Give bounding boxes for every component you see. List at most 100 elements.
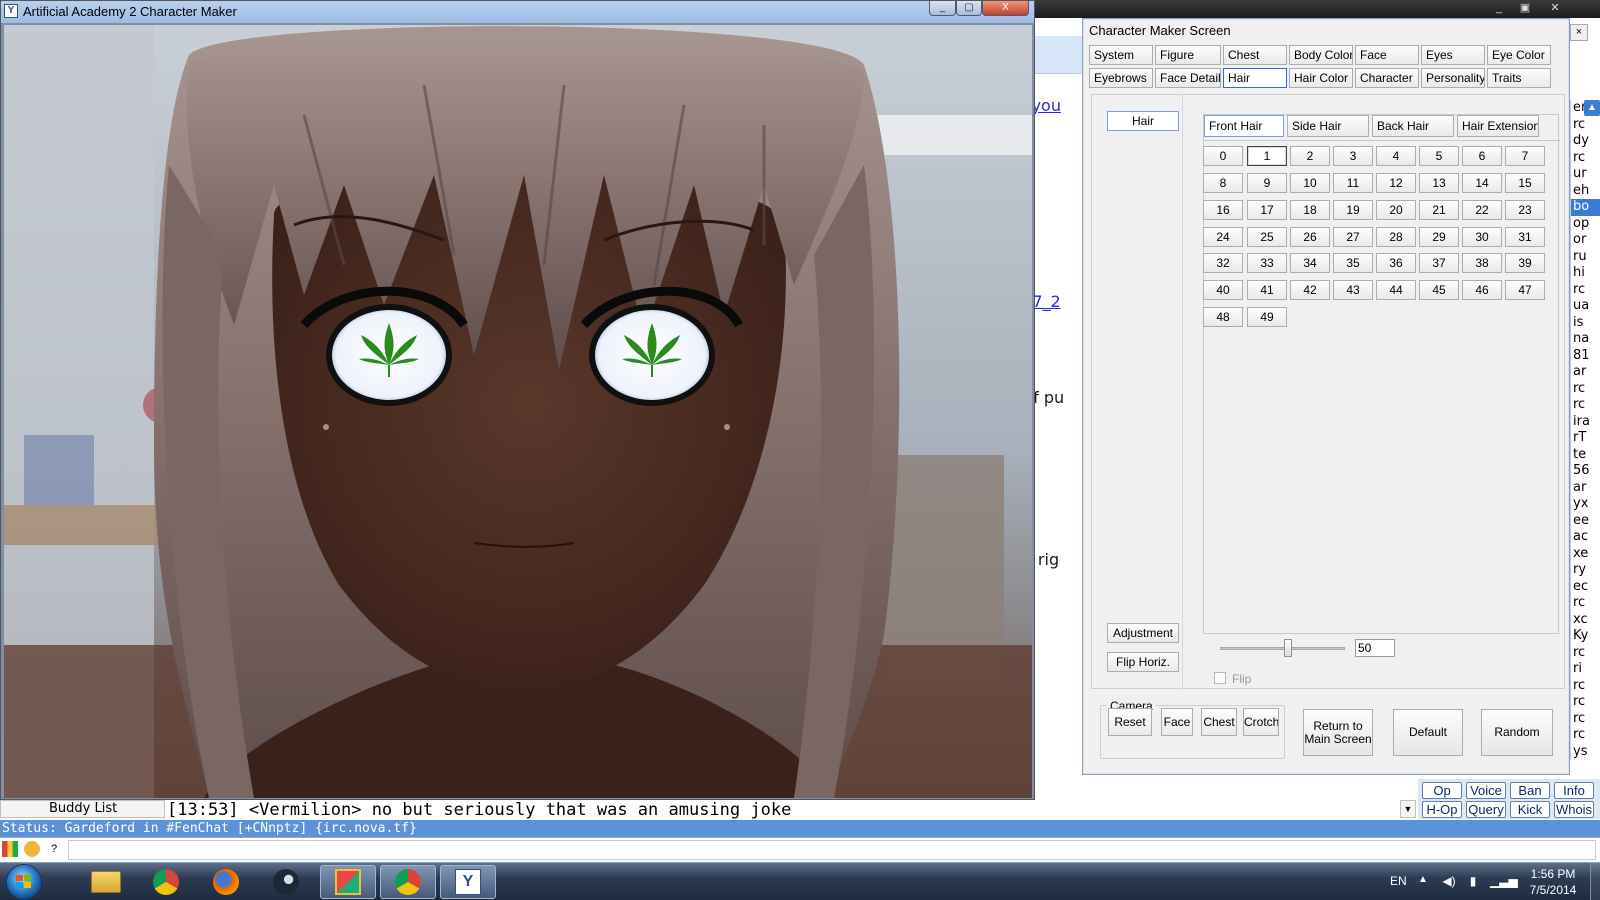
flip-horiz-button[interactable]: Flip Horiz. [1107, 652, 1179, 672]
help-icon[interactable]: ? [46, 841, 62, 857]
nick-list-item[interactable]: rc [1571, 117, 1600, 134]
hair-option-24[interactable]: 24 [1203, 227, 1243, 247]
adjustment-slider-thumb[interactable] [1283, 639, 1292, 657]
nick-list-item[interactable]: hi [1571, 265, 1600, 282]
hair-option-35[interactable]: 35 [1333, 253, 1373, 273]
default-button[interactable]: Default [1393, 709, 1463, 756]
game-maximize-button[interactable]: ▢ [956, 1, 982, 16]
tab-eyebrows[interactable]: Eyebrows [1089, 68, 1153, 88]
tab-eye-color[interactable]: Eye Color [1487, 45, 1551, 65]
hair-option-17[interactable]: 17 [1247, 200, 1287, 220]
nick-list-item[interactable]: ac [1571, 529, 1600, 546]
color-picker-icon[interactable] [2, 841, 18, 857]
nick-list-item[interactable]: bo [1571, 199, 1600, 216]
nick-list-item[interactable]: eh [1571, 183, 1600, 200]
hair-option-31[interactable]: 31 [1505, 227, 1545, 247]
irc-cmd-op-button[interactable]: Op [1422, 782, 1462, 799]
nick-list-item[interactable]: ru [1571, 249, 1600, 266]
hair-option-21[interactable]: 21 [1419, 200, 1459, 220]
nick-list-item[interactable]: 56 [1571, 463, 1600, 480]
subtab-side-hair[interactable]: Side Hair [1287, 115, 1369, 137]
hair-option-33[interactable]: 33 [1247, 253, 1287, 273]
hair-option-37[interactable]: 37 [1419, 253, 1459, 273]
nick-list-up-icon[interactable]: ▲ [1584, 100, 1600, 116]
hair-option-4[interactable]: 4 [1376, 146, 1416, 166]
nick-list-item[interactable]: na [1571, 331, 1600, 348]
tab-eyes[interactable]: Eyes [1421, 45, 1485, 65]
hair-option-22[interactable]: 22 [1462, 200, 1502, 220]
irc-message-input[interactable] [68, 840, 1596, 860]
hair-option-8[interactable]: 8 [1203, 173, 1243, 193]
hair-option-38[interactable]: 38 [1462, 253, 1502, 273]
irc-close-button[interactable]: ✕ [1542, 1, 1568, 16]
nick-list-item[interactable]: rc [1571, 381, 1600, 398]
nick-list-item[interactable]: ri [1571, 661, 1600, 678]
return-main-screen-button[interactable]: Return to Main Screen [1303, 709, 1373, 756]
hair-option-48[interactable]: 48 [1203, 307, 1243, 327]
hair-option-13[interactable]: 13 [1419, 173, 1459, 193]
buddy-list-tab[interactable]: Buddy List [0, 800, 165, 818]
hair-option-16[interactable]: 16 [1203, 200, 1243, 220]
steam-icon[interactable] [258, 865, 314, 899]
hair-option-42[interactable]: 42 [1290, 280, 1330, 300]
hair-option-14[interactable]: 14 [1462, 173, 1502, 193]
maker-close-button[interactable]: × [1570, 24, 1588, 41]
hair-option-15[interactable]: 15 [1505, 173, 1545, 193]
nick-list-item[interactable]: ar [1571, 480, 1600, 497]
hair-option-47[interactable]: 47 [1505, 280, 1545, 300]
tab-hair[interactable]: Hair [1223, 68, 1287, 88]
side-category-hair[interactable]: Hair [1107, 111, 1179, 131]
hair-option-49[interactable]: 49 [1247, 307, 1287, 327]
nick-list-item[interactable]: or [1571, 232, 1600, 249]
camera-chest-button[interactable]: Chest [1201, 708, 1237, 736]
adjustment-slider-track[interactable] [1220, 647, 1345, 650]
hair-option-28[interactable]: 28 [1376, 227, 1416, 247]
hair-option-0[interactable]: 0 [1203, 146, 1243, 166]
game-close-button[interactable]: X [982, 1, 1029, 16]
nick-list-item[interactable]: dy [1571, 133, 1600, 150]
irc-cmd-query-button[interactable]: Query [1466, 801, 1506, 818]
irc-cmd-kick-button[interactable]: Kick [1510, 801, 1550, 818]
hair-option-9[interactable]: 9 [1247, 173, 1287, 193]
hair-option-10[interactable]: 10 [1290, 173, 1330, 193]
nick-list-item[interactable]: rc [1571, 711, 1600, 728]
irc-cmd-voice-button[interactable]: Voice [1466, 782, 1506, 799]
nick-list-item[interactable]: ur [1571, 166, 1600, 183]
irc-cmd-ban-button[interactable]: Ban [1510, 782, 1550, 799]
nick-list-item[interactable]: rT [1571, 430, 1600, 447]
windows-start-icon[interactable] [6, 864, 42, 900]
nick-list-item[interactable]: xc [1571, 612, 1600, 629]
hair-option-12[interactable]: 12 [1376, 173, 1416, 193]
irc-cmd-info-button[interactable]: Info [1554, 782, 1594, 799]
hair-option-43[interactable]: 43 [1333, 280, 1373, 300]
tab-character[interactable]: Character [1355, 68, 1419, 88]
nick-list-item[interactable]: rc [1571, 645, 1600, 662]
hair-option-30[interactable]: 30 [1462, 227, 1502, 247]
hair-option-25[interactable]: 25 [1247, 227, 1287, 247]
character-3d-viewport[interactable] [4, 25, 1032, 798]
smiley-icon[interactable] [24, 841, 40, 857]
camera-crotch-button[interactable]: Crotch [1243, 708, 1279, 736]
nick-list-item[interactable]: ys [1571, 744, 1600, 761]
nick-list-item[interactable]: ry [1571, 562, 1600, 579]
language-indicator[interactable]: EN [1390, 874, 1407, 888]
hair-option-5[interactable]: 5 [1419, 146, 1459, 166]
tab-figure[interactable]: Figure [1155, 45, 1221, 65]
nick-list-item[interactable]: ar [1571, 364, 1600, 381]
aa2-maker-icon[interactable]: Y [440, 865, 496, 899]
camera-face-button[interactable]: Face [1161, 708, 1193, 736]
hair-option-39[interactable]: 39 [1505, 253, 1545, 273]
network-signal-icon[interactable]: ▁▃▅ [1490, 875, 1518, 888]
subtab-back-hair[interactable]: Back Hair [1372, 115, 1454, 137]
chrome-icon[interactable] [138, 865, 194, 899]
random-button[interactable]: Random [1481, 709, 1553, 756]
irc-cmd-whois-button[interactable]: Whois [1554, 801, 1594, 818]
nick-list-item[interactable]: rc [1571, 694, 1600, 711]
nick-list-item[interactable]: rc [1571, 150, 1600, 167]
hair-option-23[interactable]: 23 [1505, 200, 1545, 220]
hair-option-20[interactable]: 20 [1376, 200, 1416, 220]
tab-hair-color[interactable]: Hair Color [1289, 68, 1353, 88]
hair-option-36[interactable]: 36 [1376, 253, 1416, 273]
hair-option-3[interactable]: 3 [1333, 146, 1373, 166]
irc-minimize-button[interactable]: _ [1486, 1, 1512, 16]
